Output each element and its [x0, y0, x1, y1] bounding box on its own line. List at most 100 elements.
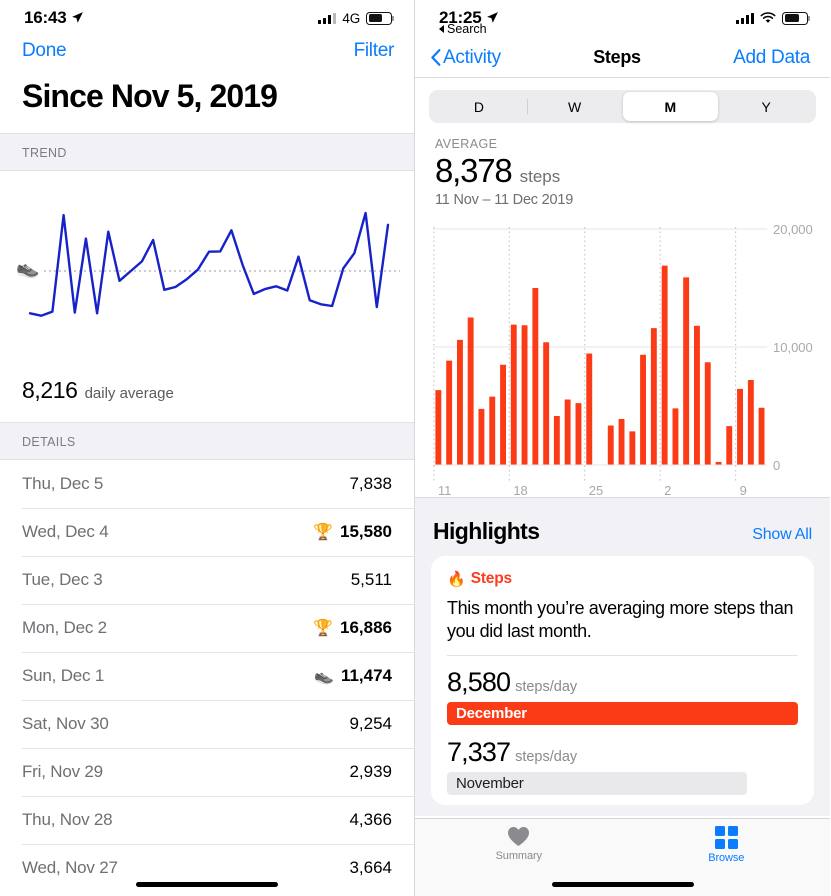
back-to-search-indicator[interactable]: Search	[439, 22, 487, 36]
y-axis-label: 10,000	[773, 340, 813, 355]
detail-value-group: 4,366	[349, 810, 392, 830]
x-axis-label: 11	[438, 483, 452, 497]
tab-browse-label: Browse	[708, 852, 745, 864]
highlight-message: This month you’re averaging more steps t…	[447, 598, 794, 642]
bar[interactable]	[640, 354, 646, 465]
bar[interactable]	[500, 364, 506, 465]
x-axis-label: 2	[664, 483, 671, 497]
add-data-button[interactable]: Add Data	[733, 47, 810, 69]
highlight-kind-label: Steps	[470, 570, 512, 587]
detail-day: Thu, Dec 5	[22, 474, 104, 493]
back-triangle-icon	[439, 25, 444, 33]
segment-w[interactable]: W	[526, 92, 623, 121]
trend-chart[interactable]: 👟	[0, 171, 414, 371]
detail-day: Fri, Nov 29	[22, 762, 103, 781]
bar[interactable]	[553, 416, 560, 465]
trend-line-path	[28, 211, 390, 317]
bar[interactable]	[510, 324, 517, 465]
bar[interactable]	[478, 408, 485, 465]
page-title: Since Nov 5, 2019	[22, 78, 278, 114]
detail-value-group: 7,838	[349, 474, 392, 494]
bar[interactable]	[446, 360, 453, 465]
status-time: 16:43	[24, 8, 67, 27]
bar[interactable]	[747, 380, 754, 465]
steps-bar-chart[interactable]: 0 10,000 20,000 11 18 25 2 9	[415, 217, 830, 497]
average-unit: steps	[519, 167, 561, 186]
status-right-group-right	[736, 11, 811, 25]
highlights-section: Highlights Show All 🔥 Steps This month y…	[415, 508, 830, 816]
highlight-kind-row: 🔥 Steps	[447, 570, 798, 588]
bar[interactable]	[435, 390, 442, 465]
bar[interactable]	[586, 353, 593, 466]
nav-title: Steps	[593, 47, 641, 67]
bar[interactable]	[489, 396, 496, 465]
y-axis-label: 20,000	[773, 222, 813, 237]
x-axis-label: 9	[740, 483, 747, 497]
bar[interactable]	[694, 325, 700, 465]
bar[interactable]	[564, 399, 571, 466]
shoe-marker-icon: 👟	[16, 258, 40, 279]
location-arrow-icon	[72, 12, 84, 23]
bar[interactable]	[543, 342, 550, 465]
done-button[interactable]: Done	[22, 40, 67, 62]
bar[interactable]	[607, 425, 614, 466]
chevron-left-icon	[431, 49, 441, 66]
bar[interactable]	[758, 407, 765, 465]
bar[interactable]	[650, 328, 657, 465]
highlight-card-steps[interactable]: 🔥 Steps This month you’re averaging more…	[431, 556, 814, 806]
detail-day: Mon, Dec 2	[22, 618, 107, 637]
details-section-label: DETAILS	[22, 435, 76, 449]
trend-chart-svg	[28, 211, 400, 317]
table-row[interactable]: Fri, Nov 29 2,939	[0, 748, 414, 796]
status-bar-left: 16:43 4G	[0, 0, 414, 36]
bar[interactable]	[532, 288, 539, 465]
segment-d[interactable]: D	[431, 92, 527, 121]
bar[interactable]	[457, 339, 463, 465]
bar[interactable]	[672, 408, 679, 465]
table-row[interactable]: Sun, Dec 1 👟 11,474	[0, 652, 414, 700]
trophy-icon: 🏆	[313, 620, 333, 637]
detail-value: 16,886	[340, 618, 392, 637]
bar[interactable]	[683, 277, 690, 465]
bar[interactable]	[618, 419, 625, 465]
average-date-range: 11 Nov – 11 Dec 2019	[435, 192, 574, 208]
detail-value-group: 2,939	[349, 762, 392, 782]
table-row[interactable]: Tue, Dec 3 5,511	[0, 556, 414, 604]
table-row[interactable]: Sat, Nov 30 9,254	[0, 700, 414, 748]
bar[interactable]	[661, 265, 668, 465]
segment-m[interactable]: M	[622, 92, 719, 121]
detail-value-group: 👟 11,474	[314, 666, 392, 686]
wifi-icon	[760, 12, 776, 23]
bar[interactable]	[575, 403, 582, 466]
table-row[interactable]: Wed, Dec 4 🏆 15,580	[0, 508, 414, 556]
bar[interactable]	[737, 388, 743, 465]
segment-y[interactable]: Y	[718, 92, 814, 121]
bar[interactable]	[629, 431, 636, 465]
detail-value: 11,474	[340, 666, 392, 685]
left-screen-steps-trend: 16:43 4G Done Filter Since Nov 5, 2019 T…	[0, 0, 415, 896]
filter-button[interactable]: Filter	[354, 40, 395, 62]
back-button-label: Activity	[443, 46, 501, 68]
bar[interactable]	[521, 325, 528, 465]
status-left-group: 16:43	[24, 8, 84, 28]
bar[interactable]	[467, 317, 474, 466]
bar[interactable]	[704, 362, 711, 465]
table-row[interactable]: Thu, Dec 5 7,838	[0, 460, 414, 508]
table-row[interactable]: Mon, Dec 2 🏆 16,886	[0, 604, 414, 652]
detail-day: Sun, Dec 1	[22, 666, 105, 685]
range-segmented-control[interactable]: DWMY	[429, 90, 816, 123]
location-arrow-icon	[487, 12, 499, 23]
trend-section-header: TREND	[0, 133, 414, 171]
average-value-row: 8,378 steps	[435, 152, 810, 190]
highlight-previous-unit: steps/day	[515, 749, 578, 766]
table-row[interactable]: Thu, Nov 28 4,366	[0, 796, 414, 844]
highlight-current-label: December	[456, 705, 527, 723]
highlight-current-value-row: 8,580 steps/day	[447, 667, 798, 698]
highlights-heading: Highlights	[433, 518, 540, 544]
shoe-icon: 👟	[314, 668, 334, 685]
detail-value: 15,580	[340, 522, 392, 541]
back-button-activity[interactable]: Activity	[431, 47, 501, 69]
bar[interactable]	[726, 426, 733, 465]
cellular-signal-icon	[318, 12, 337, 24]
show-all-button[interactable]: Show All	[752, 526, 812, 544]
